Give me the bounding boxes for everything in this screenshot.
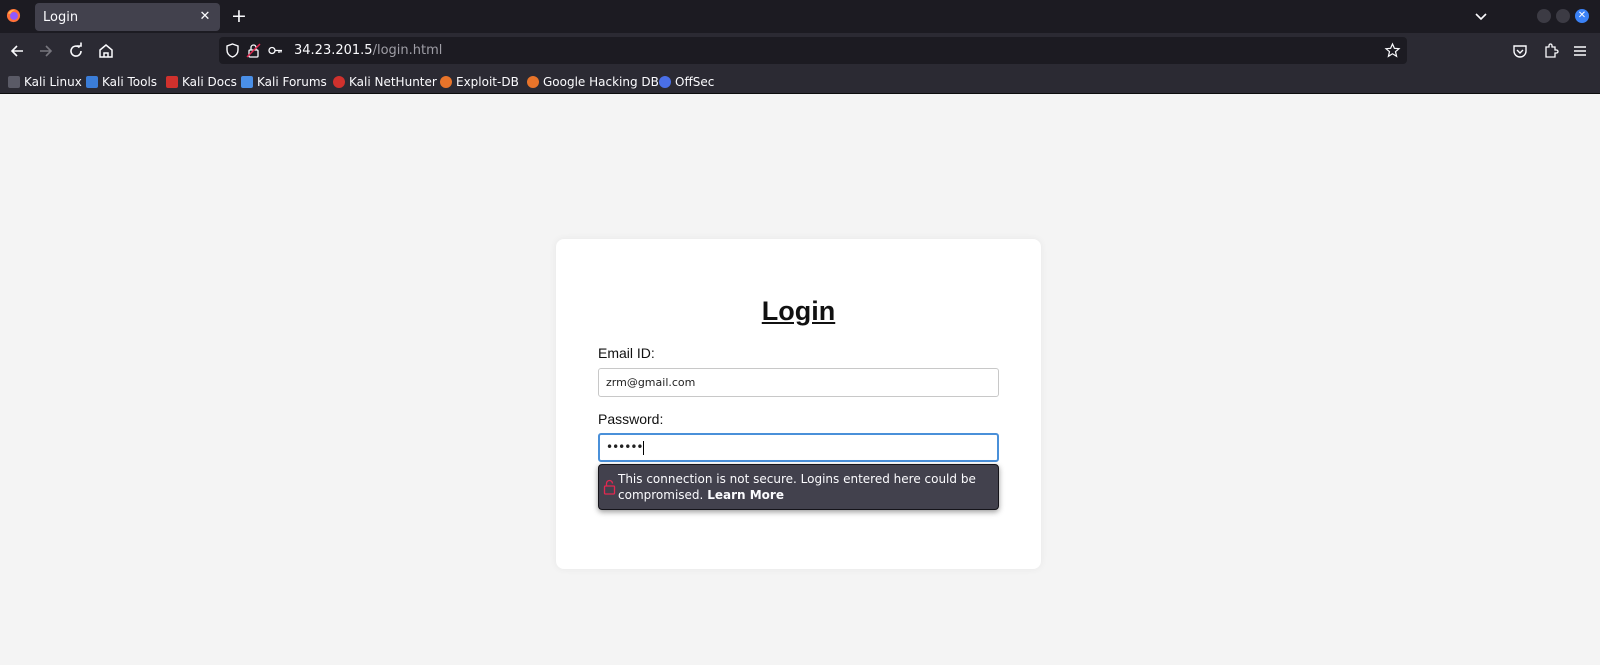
list-all-tabs-icon[interactable] (1472, 7, 1490, 25)
bookmark-label: Exploit-DB (456, 74, 519, 89)
bookmark-exploit-db[interactable]: Exploit-DB (440, 72, 519, 91)
home-icon[interactable] (96, 41, 116, 61)
tab-close-icon[interactable]: ✕ (196, 8, 214, 26)
page-title: Login (761, 296, 836, 326)
saved-logins-key-icon[interactable] (267, 42, 284, 59)
password-label: Password: (598, 411, 664, 427)
offsec-icon (659, 75, 671, 88)
warning-message: This connection is not secure. Logins en… (618, 472, 976, 502)
back-arrow-icon[interactable] (7, 41, 27, 61)
bookmark-kali-nethunter[interactable]: Kali NetHunter (333, 72, 437, 91)
bookmark-label: Kali Linux (24, 74, 82, 89)
bookmark-label: Kali Docs (182, 74, 237, 89)
kali-tools-icon (86, 75, 98, 88)
active-tab[interactable]: Login ✕ (35, 3, 220, 31)
url-text[interactable]: 34.23.201.5/login.html (294, 43, 442, 58)
learn-more-link[interactable]: Learn More (707, 488, 784, 502)
bookmark-label: Google Hacking DB (543, 74, 659, 89)
insecure-login-warning-popup: This connection is not secure. Logins en… (598, 464, 999, 510)
minimize-window-button[interactable] (1537, 9, 1551, 23)
reload-icon[interactable] (66, 41, 86, 61)
kali-forums-icon (241, 75, 253, 88)
bookmark-label: OffSec (675, 74, 715, 89)
tracking-protection-shield-icon[interactable] (224, 42, 241, 59)
app-menu-icon[interactable] (1570, 41, 1590, 61)
url-path: /login.html (372, 43, 443, 58)
password-value: •••••• (606, 440, 643, 454)
bookmark-star-icon[interactable] (1384, 42, 1401, 59)
bookmarks-toolbar: Kali Linux Kali Tools Kali Docs Kali For… (0, 69, 1600, 94)
bookmark-kali-tools[interactable]: Kali Tools (86, 72, 157, 91)
pocket-icon[interactable] (1510, 41, 1530, 61)
bookmark-label: Kali Tools (102, 74, 158, 89)
bookmark-label: Kali NetHunter (349, 74, 437, 89)
bookmark-label: Kali Forums (257, 74, 327, 89)
login-card: Login Email ID: zrm@gmail.com Password: … (556, 239, 1041, 569)
tab-title: Login (43, 10, 79, 25)
url-bar[interactable]: 34.23.201.5/login.html (219, 37, 1407, 64)
email-field[interactable]: zrm@gmail.com (598, 368, 999, 397)
nethunter-icon (333, 75, 345, 88)
navigation-toolbar: 34.23.201.5/login.html (0, 33, 1600, 69)
close-window-button[interactable]: ✕ (1575, 9, 1589, 23)
insecure-lock-icon[interactable] (245, 42, 262, 59)
kali-dragon-icon (8, 75, 20, 88)
broken-lock-icon (603, 479, 616, 495)
email-label: Email ID: (598, 345, 655, 361)
maximize-window-button[interactable] (1556, 9, 1570, 23)
insecure-warning-text: This connection is not secure. Logins en… (618, 471, 988, 503)
kali-docs-icon (166, 75, 178, 88)
exploit-db-icon (440, 75, 452, 88)
forward-arrow-icon[interactable] (36, 41, 56, 61)
tab-strip: Login ✕ + ✕ (0, 0, 1600, 33)
bookmark-kali-docs[interactable]: Kali Docs (166, 72, 237, 91)
bookmark-offsec[interactable]: OffSec (659, 72, 714, 91)
bookmark-kali-linux[interactable]: Kali Linux (8, 72, 82, 91)
bookmark-google-hacking-db[interactable]: Google Hacking DB (527, 72, 659, 91)
text-caret (643, 440, 645, 455)
password-field[interactable]: •••••• (598, 433, 999, 462)
url-host: 34.23.201.5 (294, 43, 373, 58)
bookmark-kali-forums[interactable]: Kali Forums (241, 72, 327, 91)
extensions-icon[interactable] (1541, 41, 1561, 61)
new-tab-button[interactable]: + (229, 6, 249, 26)
firefox-icon[interactable] (6, 8, 21, 23)
ghdb-icon (527, 75, 539, 88)
